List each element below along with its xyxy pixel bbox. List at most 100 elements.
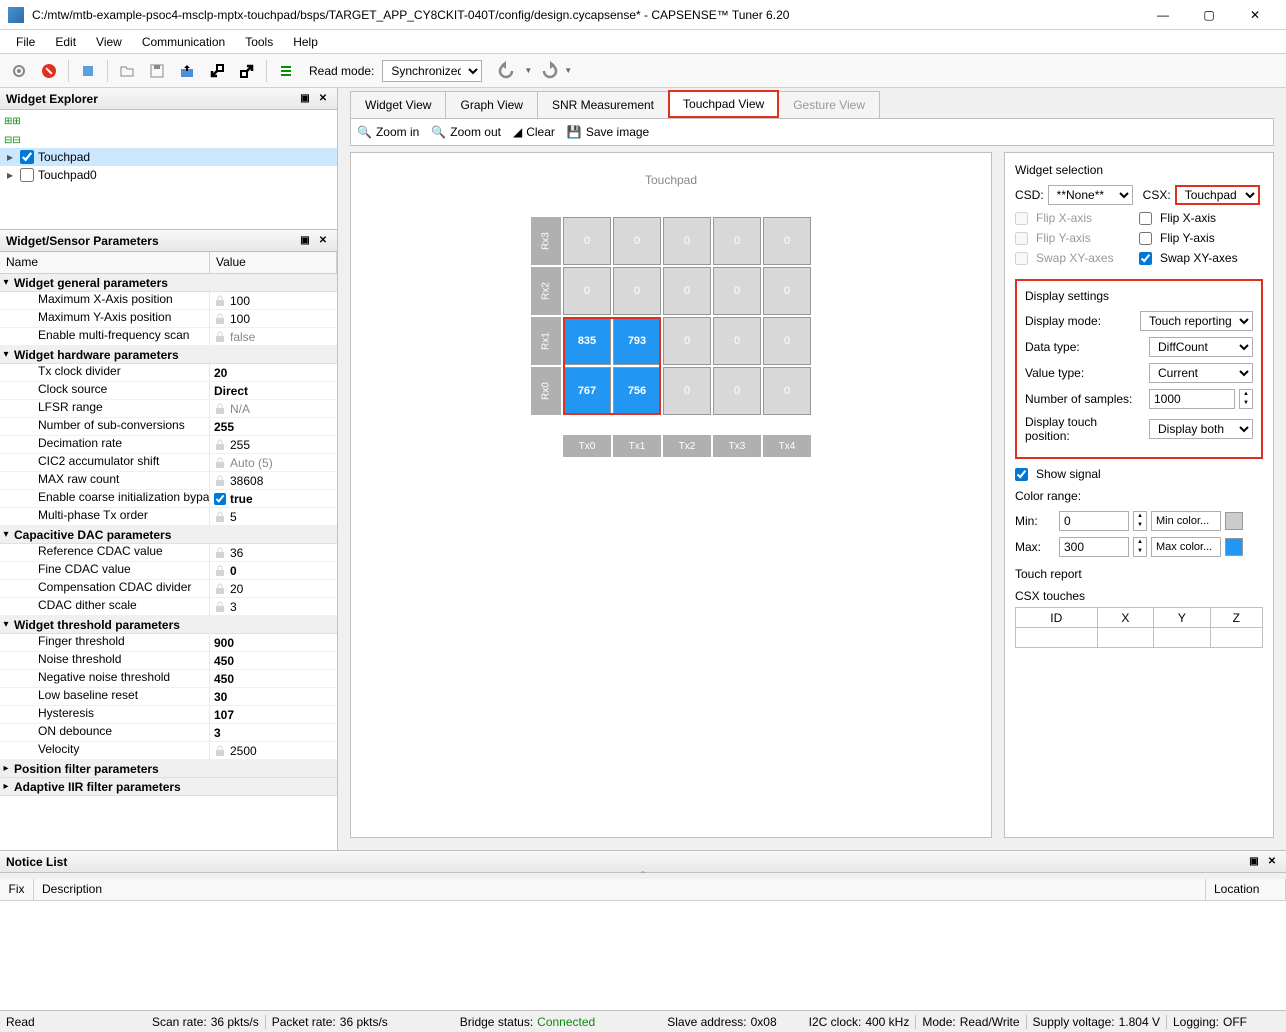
param-row[interactable]: Negative noise threshold450 (0, 670, 337, 688)
touch-pos-select[interactable]: Display both (1149, 419, 1253, 439)
minimize-button[interactable]: — (1140, 0, 1186, 30)
menu-view[interactable]: View (86, 32, 132, 52)
num-samples-input[interactable] (1149, 389, 1235, 409)
param-row[interactable]: Clock sourceDirect (0, 382, 337, 400)
param-row[interactable]: Enable coarse initialization bypasstrue (0, 490, 337, 508)
close-button[interactable]: ✕ (1232, 0, 1278, 30)
notice-col-desc: Description (34, 879, 1206, 900)
param-row[interactable]: Reference CDAC value36 (0, 544, 337, 562)
csd-select[interactable]: **None** (1048, 185, 1133, 205)
param-group[interactable]: ▾Widget hardware parameters (0, 346, 337, 364)
menu-file[interactable]: File (6, 32, 45, 52)
display-settings-title: Display settings (1025, 289, 1253, 303)
save-image-button[interactable]: 💾Save image (567, 125, 649, 139)
show-signal-check[interactable] (1015, 468, 1028, 481)
param-row[interactable]: Decimation rate255 (0, 436, 337, 454)
notice-body (0, 901, 1286, 1010)
tab-graph-view[interactable]: Graph View (445, 91, 537, 118)
dock-icon[interactable]: ▣ (1246, 854, 1262, 870)
maximize-button[interactable]: ▢ (1186, 0, 1232, 30)
param-row[interactable]: Maximum X-Axis position100 (0, 292, 337, 310)
data-type-select[interactable]: DiffCount (1149, 337, 1253, 357)
tree-checkbox[interactable] (20, 150, 34, 164)
param-row[interactable]: Finger threshold900 (0, 634, 337, 652)
param-row[interactable]: Compensation CDAC divider20 (0, 580, 337, 598)
param-row[interactable]: Noise threshold450 (0, 652, 337, 670)
menu-edit[interactable]: Edit (45, 32, 86, 52)
param-group[interactable]: ▸Adaptive IIR filter parameters (0, 778, 337, 796)
min-color-button[interactable]: Min color... (1151, 511, 1221, 531)
open-icon[interactable] (114, 58, 140, 84)
param-group[interactable]: ▾Capacitive DAC parameters (0, 526, 337, 544)
min-input[interactable] (1059, 511, 1129, 531)
export-icon[interactable] (174, 58, 200, 84)
close-panel-icon[interactable]: ✕ (1264, 854, 1280, 870)
col-label: Tx1 (613, 435, 661, 457)
menu-communication[interactable]: Communication (132, 32, 235, 52)
menu-tools[interactable]: Tools (235, 32, 283, 52)
param-row[interactable]: CDAC dither scale3 (0, 598, 337, 616)
display-mode-select[interactable]: Touch reporting (1140, 311, 1253, 331)
param-row[interactable]: Hysteresis107 (0, 706, 337, 724)
param-row[interactable]: Multi-phase Tx order5 (0, 508, 337, 526)
tab-gesture-view[interactable]: Gesture View (778, 91, 880, 118)
param-group[interactable]: ▸Position filter parameters (0, 760, 337, 778)
csx-flip-x-check[interactable] (1139, 212, 1152, 225)
send-icon[interactable] (234, 58, 260, 84)
chevron-right-icon[interactable]: ▸ (4, 150, 16, 164)
tree-checkbox[interactable] (20, 168, 34, 182)
tab-touchpad-view[interactable]: Touchpad View (668, 90, 779, 118)
zoom-out-button[interactable]: 🔍Zoom out (431, 125, 501, 139)
save-icon[interactable] (144, 58, 170, 84)
param-row[interactable]: Number of sub-conversions255 (0, 418, 337, 436)
dock-icon[interactable]: ▣ (297, 233, 313, 249)
param-group[interactable]: ▾Widget general parameters (0, 274, 337, 292)
num-samples-spinner[interactable]: ▲▼ (1239, 389, 1253, 409)
max-spinner[interactable]: ▲▼ (1133, 537, 1147, 557)
csx-swap-check[interactable] (1139, 252, 1152, 265)
record-icon[interactable] (75, 58, 101, 84)
list-icon[interactable] (273, 58, 299, 84)
param-row[interactable]: CIC2 accumulator shiftAuto (5) (0, 454, 337, 472)
tab-snr[interactable]: SNR Measurement (537, 91, 669, 118)
read-mode-select[interactable]: Synchronized (382, 60, 482, 82)
stop-icon[interactable] (36, 58, 62, 84)
tab-widget-view[interactable]: Widget View (350, 91, 446, 118)
zoom-in-button[interactable]: 🔍Zoom in (357, 125, 419, 139)
tree-item-touchpad[interactable]: ▸ Touchpad (0, 148, 337, 166)
tree-item-touchpad0[interactable]: ▸ Touchpad0 (0, 166, 337, 184)
param-row[interactable]: Enable multi-frequency scanfalse (0, 328, 337, 346)
max-color-button[interactable]: Max color... (1151, 537, 1221, 557)
csx-flip-y-check[interactable] (1139, 232, 1152, 245)
undo-dropdown-icon[interactable]: ▼ (524, 66, 532, 75)
chevron-right-icon[interactable]: ▸ (4, 168, 16, 182)
close-panel-icon[interactable]: ✕ (315, 233, 331, 249)
gear-icon[interactable] (6, 58, 32, 84)
param-row[interactable]: Velocity2500 (0, 742, 337, 760)
close-panel-icon[interactable]: ✕ (315, 91, 331, 107)
redo-icon[interactable] (534, 61, 562, 81)
dock-icon[interactable]: ▣ (297, 91, 313, 107)
param-row[interactable]: Maximum Y-Axis position100 (0, 310, 337, 328)
param-row[interactable]: ON debounce3 (0, 724, 337, 742)
csd-label: CSD: (1015, 188, 1044, 202)
touchpad-cell: 0 (563, 217, 611, 265)
param-row[interactable]: Fine CDAC value0 (0, 562, 337, 580)
csx-select[interactable]: Touchpad (1175, 185, 1260, 205)
param-row[interactable]: Tx clock divider20 (0, 364, 337, 382)
min-spinner[interactable]: ▲▼ (1133, 511, 1147, 531)
max-input[interactable] (1059, 537, 1129, 557)
import-icon[interactable] (204, 58, 230, 84)
redo-dropdown-icon[interactable]: ▼ (564, 66, 572, 75)
status-read: Read (6, 1015, 35, 1029)
expand-all-icon[interactable]: ⊞⊞ (4, 116, 21, 127)
clear-button[interactable]: ◢Clear (513, 125, 555, 139)
param-group[interactable]: ▾Widget threshold parameters (0, 616, 337, 634)
param-row[interactable]: Low baseline reset30 (0, 688, 337, 706)
undo-icon[interactable] (494, 61, 522, 81)
collapse-all-icon[interactable]: ⊟⊟ (4, 135, 21, 146)
param-row[interactable]: LFSR rangeN/A (0, 400, 337, 418)
value-type-select[interactable]: Current (1149, 363, 1253, 383)
menu-help[interactable]: Help (283, 32, 328, 52)
param-row[interactable]: MAX raw count38608 (0, 472, 337, 490)
